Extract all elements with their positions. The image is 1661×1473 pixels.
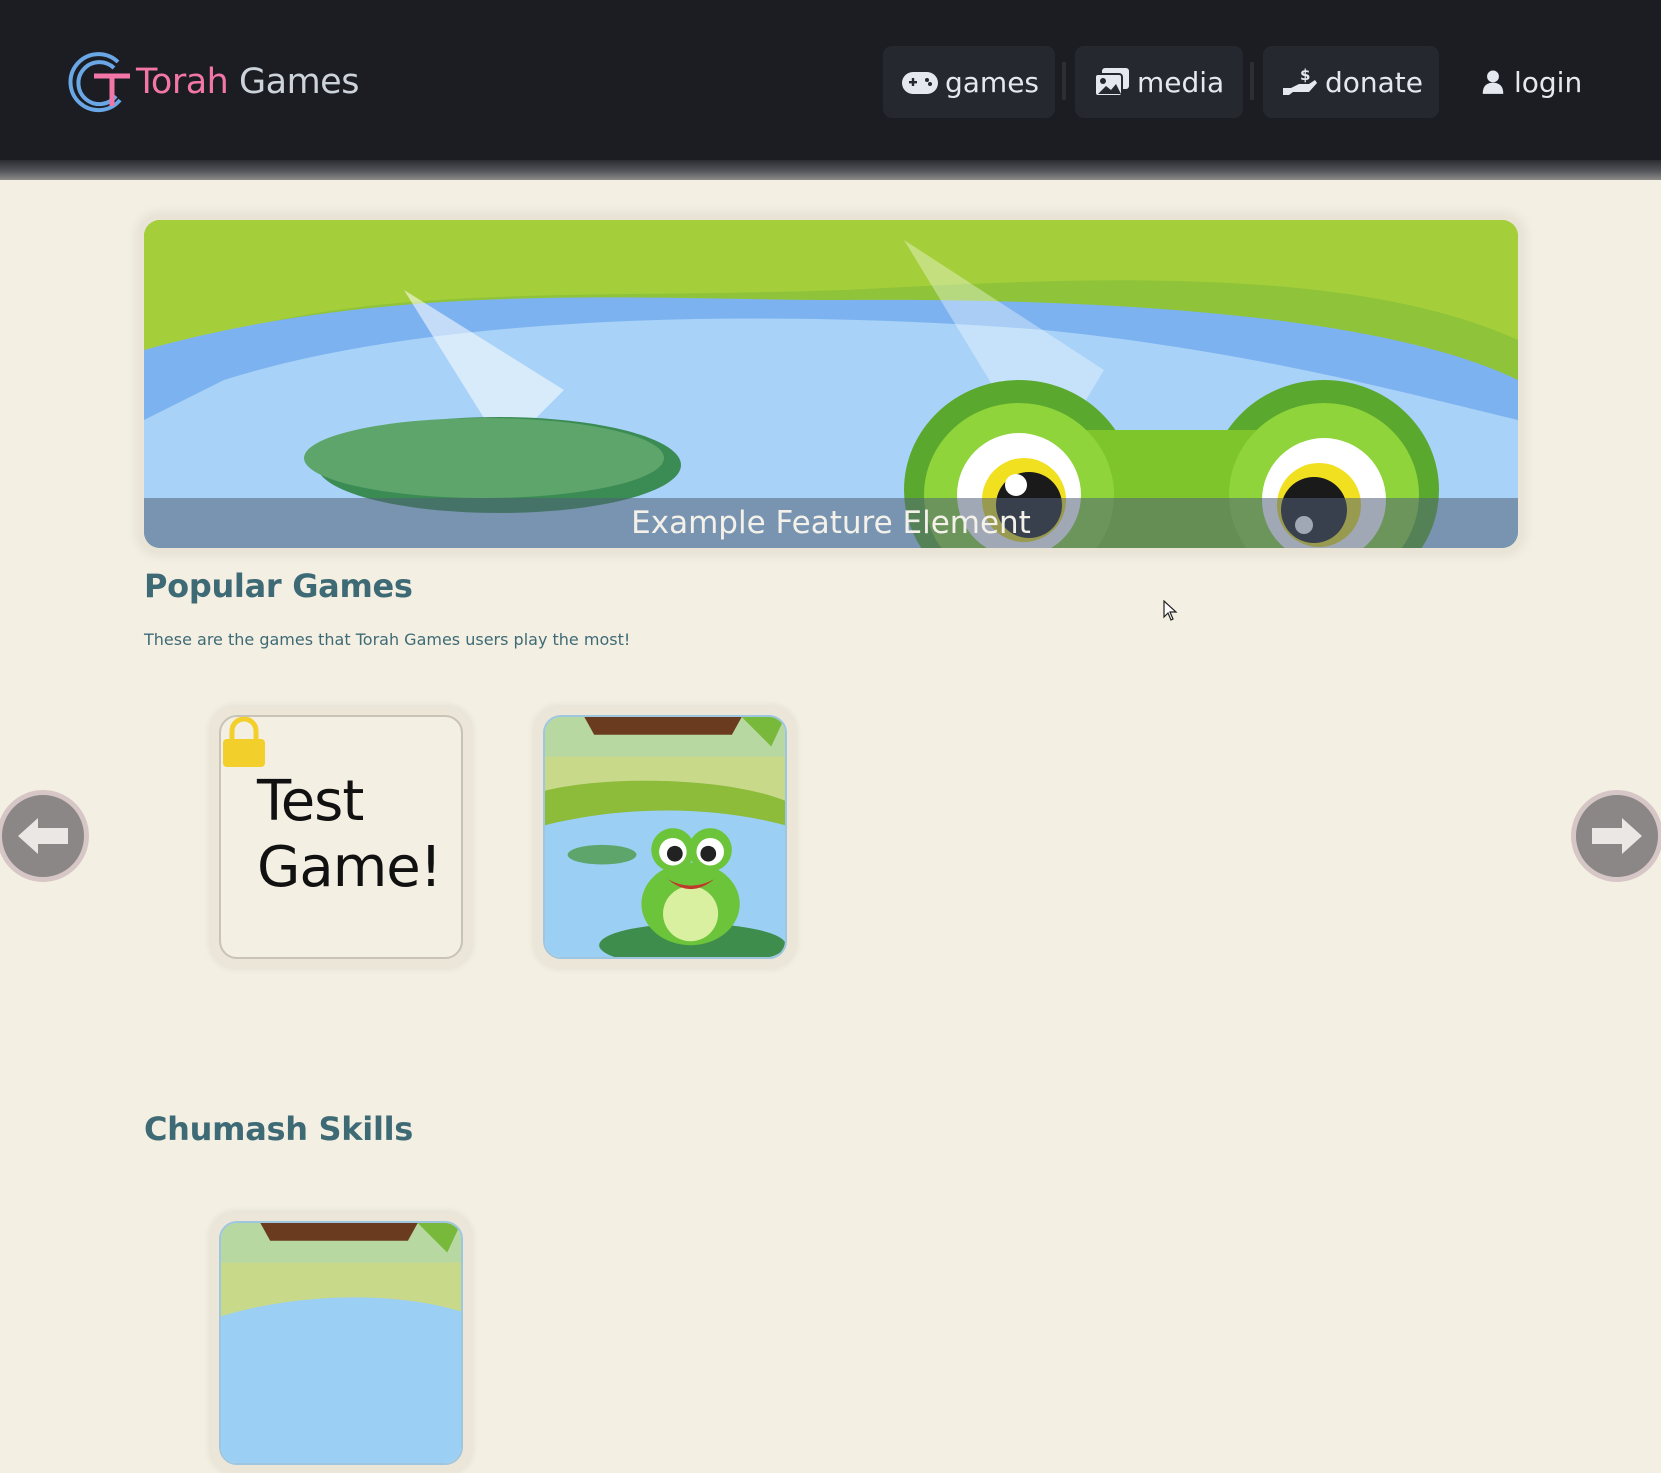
frog-game-thumbnail-image [545,717,785,957]
carousel-next-button[interactable] [1571,790,1661,882]
nav-media-button[interactable]: media [1075,46,1243,118]
arrow-left-icon [18,818,68,854]
nav-divider [1062,62,1066,100]
game-title-line-2: Game! [257,835,442,900]
nav-games-label: games [945,65,1040,99]
svg-text:$: $ [1300,66,1310,84]
feature-caption: Example Feature Element [144,498,1518,548]
arrow-right-icon [1592,818,1642,854]
carousel-prev-button[interactable] [0,790,89,882]
logo-text: Torah Games [136,62,359,102]
nav-login-label: login [1514,65,1583,99]
user-icon [1482,70,1504,94]
nav-donate-label: donate [1325,65,1424,99]
mouse-cursor-icon [1163,600,1178,621]
feature-banner[interactable]: Example Feature Element [139,215,1523,553]
media-icon [1094,68,1129,97]
nav-games-button[interactable]: games [883,46,1055,118]
navbar-shadow [0,160,1661,180]
game-thumbnail: Test Game! [219,715,463,959]
site-logo[interactable]: Torah Games [64,48,359,116]
section-description: These are the games that Torah Games use… [144,630,631,649]
logo-icon [68,52,130,113]
nav-divider [1250,62,1254,100]
logo-word-torah: Torah [136,62,229,102]
frog-game-thumbnail-image [221,1223,461,1463]
logo-word-games: Games [239,62,359,102]
section-title-popular-games: Popular Games [144,567,413,605]
game-title-line-1: Test [257,769,364,834]
game-thumbnail [543,715,787,959]
game-card-test-game[interactable]: Test Game! [211,707,471,967]
feature-banner-image: Example Feature Element [144,220,1518,548]
game-card-frog[interactable] [211,1213,471,1473]
game-thumbnail [219,1221,463,1465]
section-title-chumash-skills: Chumash Skills [144,1110,414,1148]
top-navbar: Torah Games games media $ donate login [0,0,1661,160]
gamepad-icon [902,72,938,94]
lock-icon [223,717,265,767]
nav-login-button[interactable]: login [1460,46,1600,118]
nav-media-label: media [1137,65,1225,99]
donate-hand-icon: $ [1283,66,1317,95]
game-card-frog[interactable] [535,707,795,967]
nav-donate-button[interactable]: $ donate [1263,46,1439,118]
